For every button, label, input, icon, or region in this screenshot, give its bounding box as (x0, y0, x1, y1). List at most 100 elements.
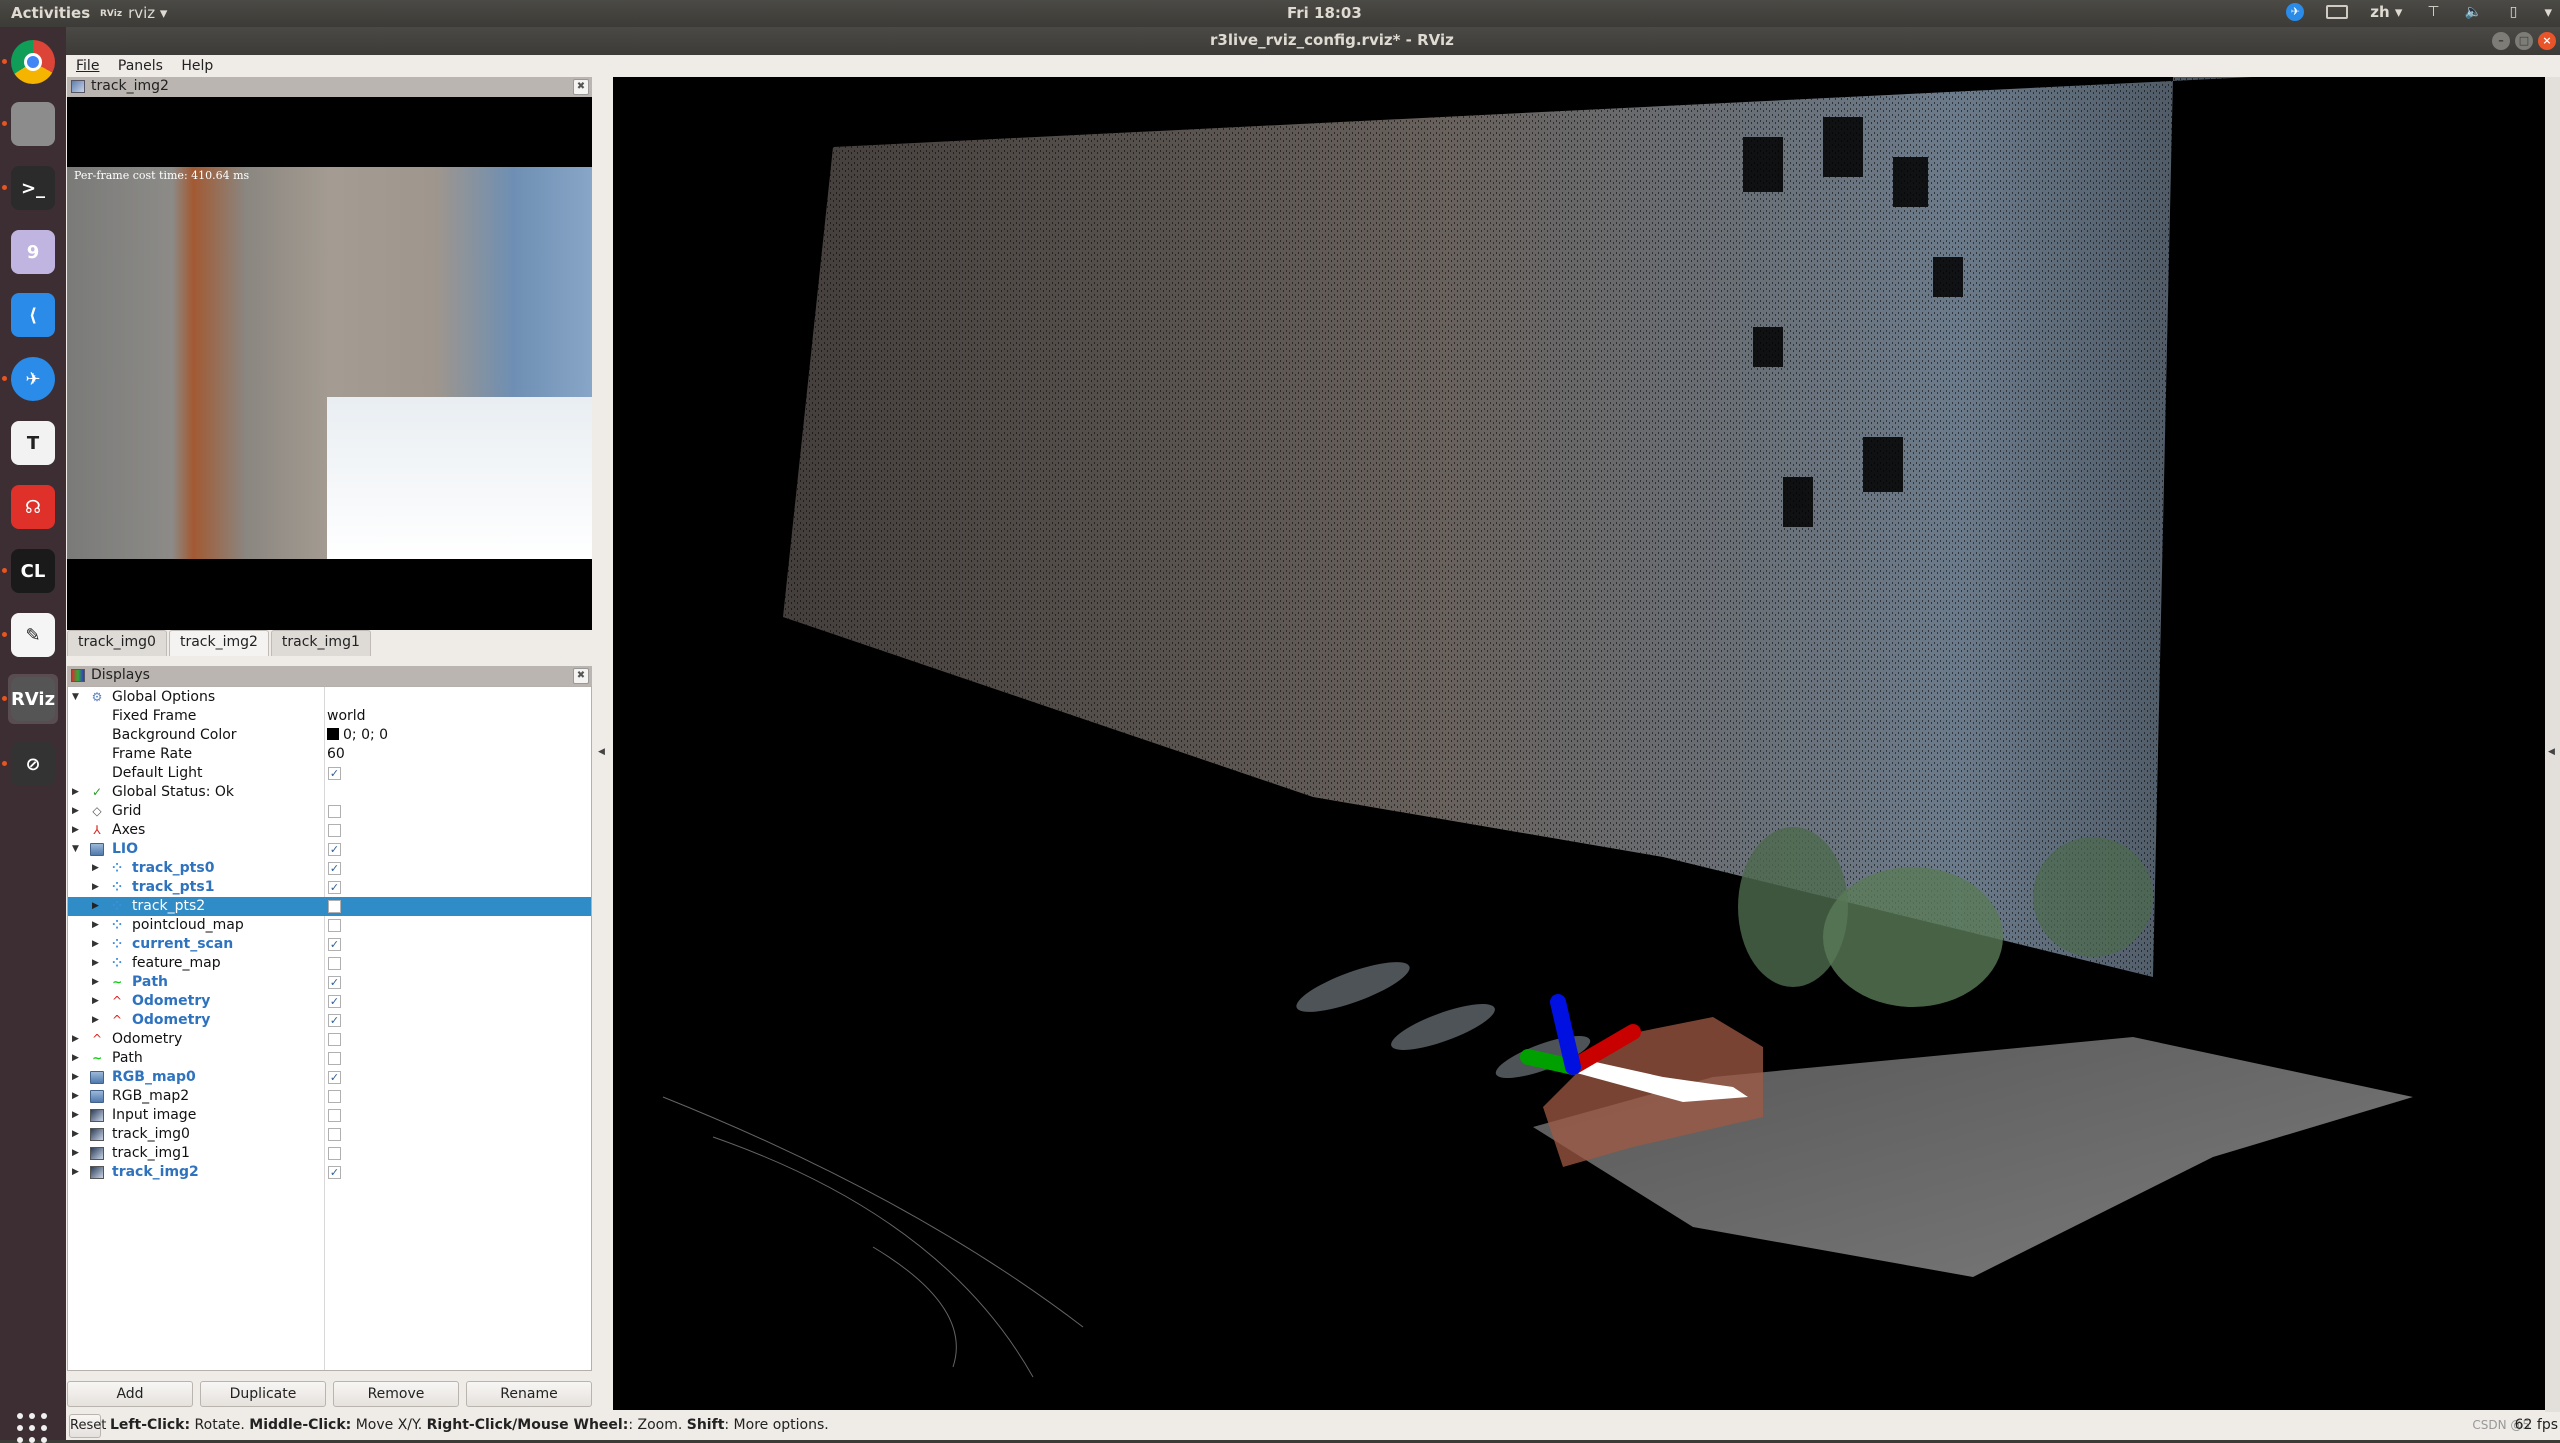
enable-checkbox[interactable]: ✓ (328, 862, 341, 875)
display-row[interactable]: ▶ track_img0 (68, 1125, 591, 1144)
display-row[interactable]: ▶ RGB_map0 ✓ (68, 1068, 591, 1087)
collapsed-arrow-icon[interactable]: ▶ (92, 859, 99, 878)
display-row[interactable]: ▶ ⁘ feature_map (68, 954, 591, 973)
display-row[interactable]: ▶ Input image (68, 1106, 591, 1125)
3d-render-viewport[interactable] (613, 77, 2545, 1410)
messenger-tray-icon[interactable]: ✈ (2286, 3, 2305, 21)
enable-checkbox[interactable] (328, 1147, 341, 1160)
battery-icon[interactable]: ▯ (2504, 3, 2522, 21)
dock-item-clion[interactable]: CL (2, 546, 58, 596)
input-method-indicator[interactable]: zh ▾ (2370, 3, 2402, 21)
display-row[interactable]: ▶ ∼ Path ✓ (68, 973, 591, 992)
collapsed-arrow-icon[interactable]: ▶ (92, 992, 99, 1011)
maximize-button[interactable]: □ (2515, 32, 2533, 50)
enable-checkbox[interactable]: ✓ (328, 881, 341, 894)
dock-item-terminal[interactable]: >_ (2, 163, 58, 213)
display-row[interactable]: ▶ ⅄ Axes (68, 821, 591, 840)
dock-item-chrome[interactable] (2, 37, 58, 87)
right-dock-splitter[interactable]: ◀ (2545, 77, 2560, 1412)
property-value[interactable]: 0; 0; 0 (327, 726, 388, 745)
enable-checkbox[interactable] (328, 1052, 341, 1065)
menu-panels[interactable]: Panels (118, 58, 163, 74)
display-row[interactable]: ▶ ✓ Global Status: Ok (68, 783, 591, 802)
expanded-arrow-icon[interactable]: ▼ (72, 688, 79, 707)
enable-checkbox[interactable] (328, 1033, 341, 1046)
activities-button[interactable]: Activities (11, 4, 90, 22)
enable-checkbox[interactable] (328, 1090, 341, 1103)
dock-item-typora[interactable]: T (8, 418, 58, 468)
rename-button[interactable]: Rename (466, 1381, 592, 1407)
display-row[interactable]: ▶ ^ Odometry ✓ (68, 1011, 591, 1030)
property-value[interactable]: 60 (327, 745, 345, 764)
collapsed-arrow-icon[interactable]: ▶ (72, 821, 79, 840)
show-applications-icon[interactable] (17, 1413, 47, 1443)
minimize-button[interactable]: – (2492, 32, 2510, 50)
display-row[interactable]: Default Light ✓ (68, 764, 591, 783)
displays-panel-header[interactable]: Displays ✖ (67, 666, 592, 686)
display-row[interactable]: ▼ LIO ✓ (68, 840, 591, 859)
enable-checkbox[interactable]: ✓ (328, 995, 341, 1008)
display-row[interactable]: Background Color 0; 0; 0 (68, 726, 591, 745)
display-row[interactable]: ▶ ⁘ track_pts1 ✓ (68, 878, 591, 897)
display-row[interactable]: ▶ ◇ Grid (68, 802, 591, 821)
displays-panel-close-button[interactable]: ✖ (573, 668, 589, 684)
app-menu[interactable]: RViz rviz ▾ (100, 4, 167, 22)
display-row[interactable]: ▶ ^ Odometry (68, 1030, 591, 1049)
system-menu-arrow[interactable]: ▾ (2544, 3, 2552, 21)
collapse-right-arrow-icon[interactable]: ◀ (2548, 747, 2555, 757)
display-row[interactable]: Fixed Frame world (68, 707, 591, 726)
window-title-bar[interactable]: r3live_rviz_config.rviz* - RViz – □ × (66, 27, 2560, 55)
enable-checkbox[interactable] (328, 1109, 341, 1122)
collapse-left-arrow-icon[interactable]: ◀ (598, 747, 605, 757)
collapsed-arrow-icon[interactable]: ▶ (92, 935, 99, 954)
dock-item-text-editor[interactable]: ✎ (2, 610, 58, 660)
enable-checkbox[interactable] (328, 1128, 341, 1141)
enable-checkbox[interactable] (328, 919, 341, 932)
image-panel-header[interactable]: track_img2 ✖ (67, 77, 592, 97)
network-icon[interactable]: ⊤ (2424, 3, 2442, 21)
menu-file[interactable]: File (76, 58, 99, 74)
dock-item-files[interactable] (2, 99, 58, 149)
enable-checkbox[interactable]: ✓ (328, 767, 341, 780)
display-row[interactable]: Frame Rate 60 (68, 745, 591, 764)
enable-checkbox[interactable]: ✓ (328, 1014, 341, 1027)
dock-item-netease-music[interactable]: ☊ (8, 482, 58, 532)
enable-checkbox[interactable]: ✓ (328, 976, 341, 989)
dock-item-feishu[interactable]: ✈ (2, 354, 58, 404)
enable-checkbox[interactable] (328, 957, 341, 970)
collapsed-arrow-icon[interactable]: ▶ (92, 973, 99, 992)
collapsed-arrow-icon[interactable]: ▶ (72, 1125, 79, 1144)
collapsed-arrow-icon[interactable]: ▶ (92, 897, 99, 916)
display-row[interactable]: ▶ ⁘ track_pts2 (68, 897, 591, 916)
collapsed-arrow-icon[interactable]: ▶ (72, 1087, 79, 1106)
display-row[interactable]: ▶ track_img1 (68, 1144, 591, 1163)
enable-checkbox[interactable]: ✓ (328, 938, 341, 951)
menu-help[interactable]: Help (181, 58, 213, 74)
collapsed-arrow-icon[interactable]: ▶ (72, 1049, 79, 1068)
collapsed-arrow-icon[interactable]: ▶ (72, 1068, 79, 1087)
keyboard-icon[interactable] (2326, 5, 2349, 19)
displays-tree[interactable]: ▼ ⚙ Global Options Fixed Frame world Backgrou… (67, 686, 592, 1371)
duplicate-button[interactable]: Duplicate (200, 1381, 326, 1407)
dock-item-sudoku[interactable]: 9 (8, 227, 58, 277)
add-button[interactable]: Add (67, 1381, 193, 1407)
collapsed-arrow-icon[interactable]: ▶ (72, 1030, 79, 1049)
display-row[interactable]: ▶ track_img2 ✓ (68, 1163, 591, 1182)
close-window-button[interactable]: × (2538, 32, 2556, 50)
display-row[interactable]: ▶ RGB_map2 (68, 1087, 591, 1106)
dock-item-recorder[interactable]: ⊘ (2, 739, 58, 789)
enable-checkbox[interactable] (328, 900, 341, 913)
tab-track-img2[interactable]: track_img2 (168, 630, 269, 656)
collapsed-arrow-icon[interactable]: ▶ (72, 1106, 79, 1125)
collapsed-arrow-icon[interactable]: ▶ (72, 1163, 79, 1182)
collapsed-arrow-icon[interactable]: ▶ (92, 878, 99, 897)
display-row[interactable]: ▶ ⁘ track_pts0 ✓ (68, 859, 591, 878)
remove-button[interactable]: Remove (333, 1381, 459, 1407)
display-row[interactable]: ▶ ^ Odometry ✓ (68, 992, 591, 1011)
collapsed-arrow-icon[interactable]: ▶ (72, 1144, 79, 1163)
collapsed-arrow-icon[interactable]: ▶ (72, 802, 79, 821)
collapsed-arrow-icon[interactable]: ▶ (72, 783, 79, 802)
dock-item-rviz[interactable]: RViz (2, 674, 58, 724)
volume-icon[interactable]: 🔈 (2464, 3, 2482, 21)
expanded-arrow-icon[interactable]: ▼ (72, 840, 79, 859)
